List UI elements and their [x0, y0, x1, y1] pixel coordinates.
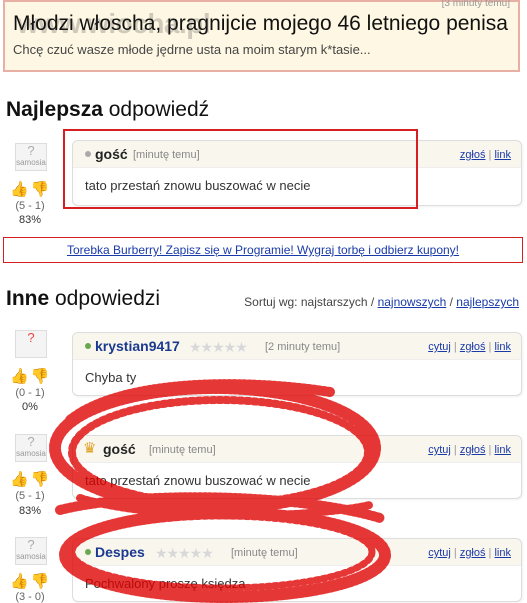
thumbs-down-icon[interactable]: 👎: [31, 471, 50, 488]
online-dot-icon: [85, 343, 91, 349]
vote-count: (5 - 1): [15, 490, 45, 502]
answer-time: [minutę temu]: [149, 444, 216, 456]
online-dot-icon: [85, 549, 91, 555]
vote-percent: 83%: [18, 505, 42, 517]
answer-author[interactable]: krystian9417: [95, 338, 180, 354]
vote-buttons: 👍 👎: [10, 572, 50, 590]
sort-options: Sortuj wg: najstarszych / najnowszych / …: [244, 295, 519, 309]
sort-best-link[interactable]: najlepszych: [456, 295, 519, 309]
thumbs-up-icon[interactable]: 👍: [10, 573, 29, 590]
best-answer-heading: Najlepsza odpowiedź: [6, 98, 209, 122]
report-link[interactable]: zgłoś: [460, 149, 486, 161]
avatar-icon: ?: [27, 537, 35, 552]
vote-buttons: 👍 👎: [10, 367, 50, 385]
vote-percent: 0%: [22, 401, 38, 413]
avatar[interactable]: ? samosia: [15, 143, 47, 171]
red-highlight-box: [63, 129, 418, 209]
vote-buttons: 👍 👎: [10, 180, 50, 198]
thumbs-up-icon[interactable]: 👍: [10, 471, 29, 488]
vote-count: (3 - 0): [15, 591, 45, 603]
thumbs-up-icon[interactable]: 👍: [10, 368, 29, 385]
permalink[interactable]: link: [494, 444, 511, 456]
avatar-icon: ?: [27, 434, 35, 449]
thumbs-up-icon[interactable]: 👍: [10, 181, 29, 198]
avatar-icon: ?: [27, 330, 35, 345]
vote-count: (5 - 1): [15, 200, 45, 212]
rating-stars-icon: ★★★★★: [155, 545, 214, 561]
answer-header: krystian9417 ★★★★★ [2 minuty temu] cytuj…: [73, 333, 521, 360]
watermark: www.wiocha.pl: [17, 8, 211, 39]
question-box: [3 minuty temu] Młodzi włoscha, pragnijc…: [3, 0, 520, 72]
question-time: [3 minuty temu]: [441, 0, 510, 9]
answer-actions: zgłoś | link: [459, 149, 511, 161]
avatar[interactable]: ? samosia: [15, 537, 47, 565]
answer-text: Pochwalony proszę księdza: [85, 576, 246, 591]
best-heading-rest: odpowiedź: [102, 98, 210, 121]
avatar[interactable]: ? samosia: [15, 434, 47, 462]
avatar-icon: ?: [27, 143, 35, 158]
others-heading-rest: odpowiedzi: [49, 287, 161, 310]
permalink[interactable]: link: [494, 547, 511, 559]
answer-card: ♛ gość [minutę temu] cytuj | zgłoś | lin…: [72, 435, 522, 499]
answer-actions: cytuj | zgłoś | link: [428, 444, 511, 456]
report-link[interactable]: zgłoś: [460, 341, 486, 353]
answer-card: Despes ★★★★★ [minutę temu] cytuj | zgłoś…: [72, 538, 522, 602]
promo-link[interactable]: Torebka Burberry! Zapisz się w Programie…: [67, 243, 459, 257]
quote-link[interactable]: cytuj: [428, 341, 451, 353]
answer-author[interactable]: Despes: [95, 544, 145, 560]
promo-banner: Torebka Burberry! Zapisz się w Programie…: [3, 237, 523, 263]
sort-separator: /: [449, 295, 453, 309]
report-link[interactable]: zgłoś: [460, 444, 486, 456]
sort-label: Sortuj wg: najstarszych /: [244, 295, 375, 309]
answer-header: Despes ★★★★★ [minutę temu] cytuj | zgłoś…: [73, 539, 521, 566]
vote-buttons: 👍 👎: [10, 470, 50, 488]
answer-text: tato przestań znowu buszować w necie: [85, 473, 311, 488]
question-body: Chcę czuć wasze młode jędrne usta na moi…: [13, 42, 371, 57]
answer-time: [minutę temu]: [231, 547, 298, 559]
answer-actions: cytuj | zgłoś | link: [428, 547, 511, 559]
report-link[interactable]: zgłoś: [460, 547, 486, 559]
others-heading-bold: Inne: [6, 287, 50, 310]
answer-author[interactable]: gość: [103, 441, 136, 457]
permalink[interactable]: link: [494, 149, 511, 161]
other-answers-heading: Inne odpowiedzi: [6, 287, 160, 311]
avatar[interactable]: ?: [15, 330, 47, 358]
answer-actions: cytuj | zgłoś | link: [428, 341, 511, 353]
permalink[interactable]: link: [494, 341, 511, 353]
quote-link[interactable]: cytuj: [428, 444, 451, 456]
best-heading-bold: Najlepsza: [6, 98, 103, 121]
answer-card: krystian9417 ★★★★★ [2 minuty temu] cytuj…: [72, 332, 522, 396]
answer-header: ♛ gość [minutę temu] cytuj | zgłoś | lin…: [73, 436, 521, 463]
answer-text: Chyba ty: [85, 370, 137, 385]
vote-percent: 83%: [18, 214, 42, 226]
vote-count: (0 - 1): [15, 387, 45, 399]
answer-time: [2 minuty temu]: [265, 341, 341, 353]
thumbs-down-icon[interactable]: 👎: [31, 181, 50, 198]
crown-icon: ♛: [83, 440, 97, 457]
quote-link[interactable]: cytuj: [428, 547, 451, 559]
thumbs-down-icon[interactable]: 👎: [31, 573, 50, 590]
thumbs-down-icon[interactable]: 👎: [31, 368, 50, 385]
sort-newest-link[interactable]: najnowszych: [378, 295, 447, 309]
rating-stars-icon: ★★★★★: [189, 339, 248, 355]
